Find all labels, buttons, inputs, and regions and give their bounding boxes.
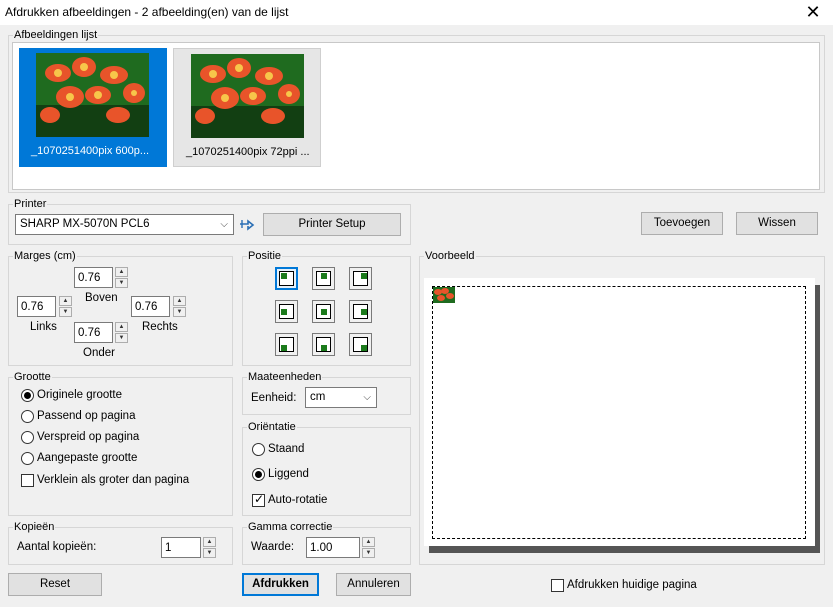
- radio-dot: [21, 431, 34, 444]
- shrink-label: Verklein als groter dan pagina: [37, 474, 190, 486]
- position-top-center-button[interactable]: [312, 267, 335, 290]
- units-label: Eenheid:: [251, 392, 297, 404]
- spin-up-icon[interactable]: ▲: [362, 537, 375, 547]
- radio-dot: [252, 468, 265, 481]
- image-thumbnail-2[interactable]: _1070251400pix 72ppi ...: [173, 48, 321, 167]
- printer-select[interactable]: SHARP MX-5070N PCL6 ⌵: [15, 214, 234, 235]
- spin-down-icon[interactable]: ▼: [173, 307, 186, 317]
- image-thumbnail-1[interactable]: _1070251400pix 600p...: [19, 48, 167, 167]
- units-select-value: cm: [310, 391, 326, 403]
- spin-up-icon[interactable]: ▲: [173, 296, 186, 306]
- refresh-printers-icon[interactable]: [238, 216, 256, 234]
- flower-image-1: [36, 53, 149, 137]
- chevron-down-icon: ⌵: [363, 392, 371, 403]
- checkbox-box: [21, 474, 34, 487]
- gamma-legend: Gamma correctie: [248, 521, 333, 533]
- size-fit-label: Passend op pagina: [37, 410, 136, 422]
- spin-down-icon[interactable]: ▼: [115, 278, 128, 288]
- spin-up-icon[interactable]: ▲: [203, 537, 216, 547]
- copies-legend: Kopieën: [14, 521, 55, 533]
- printer-select-value: SHARP MX-5070N PCL6: [20, 218, 150, 230]
- print-button[interactable]: Afdrukken: [242, 573, 319, 596]
- radio-dot: [21, 410, 34, 423]
- margins-legend: Marges (cm): [14, 250, 76, 262]
- position-center-button[interactable]: [312, 300, 335, 323]
- orientation-landscape-label: Liggend: [268, 468, 309, 480]
- add-button[interactable]: Toevoegen: [641, 212, 723, 235]
- margin-right-label: Rechts: [142, 321, 178, 333]
- radio-dot: [21, 452, 34, 465]
- gamma-label: Waarde:: [251, 541, 295, 553]
- size-original-label: Originele grootte: [37, 389, 123, 401]
- gamma-input[interactable]: [306, 537, 360, 558]
- spin-up-icon[interactable]: ▲: [115, 267, 128, 277]
- position-bottom-center-button[interactable]: [312, 333, 335, 356]
- size-custom-label: Aangepaste grootte: [37, 452, 138, 464]
- auto-rotate-label: Auto-rotatie: [268, 494, 328, 506]
- printer-legend: Printer: [14, 198, 47, 210]
- margin-top-input[interactable]: [74, 267, 113, 288]
- margin-right-input[interactable]: [131, 296, 170, 317]
- spin-up-icon[interactable]: ▲: [115, 322, 128, 332]
- images-list-legend: Afbeeldingen lijst: [14, 29, 98, 41]
- margin-left-label: Links: [30, 321, 57, 333]
- close-icon[interactable]: ✕: [803, 2, 823, 22]
- orientation-legend: Oriëntatie: [248, 421, 296, 433]
- copies-input[interactable]: [161, 537, 201, 558]
- checkbox-box: [252, 492, 265, 507]
- flower-image-2: [191, 54, 304, 138]
- copies-label: Aantal kopieën:: [17, 541, 97, 553]
- units-legend: Maateenheden: [248, 371, 322, 383]
- spin-down-icon[interactable]: ▼: [203, 548, 216, 558]
- preview-margin-border: [432, 286, 806, 539]
- checkbox-box: [551, 579, 564, 592]
- image-caption-1: _1070251400pix 600p...: [31, 145, 150, 157]
- window-title: Afdrukken afbeeldingen - 2 afbeelding(en…: [5, 5, 289, 19]
- margin-bottom-input[interactable]: [74, 322, 113, 343]
- spin-up-icon[interactable]: ▲: [59, 296, 72, 306]
- position-middle-right-button[interactable]: [349, 300, 372, 323]
- printer-setup-button[interactable]: Printer Setup: [263, 213, 401, 236]
- margin-top-label: Boven: [85, 292, 118, 304]
- orientation-portrait-label: Staand: [268, 443, 305, 455]
- radio-dot: [21, 389, 34, 402]
- spin-down-icon[interactable]: ▼: [59, 307, 72, 317]
- size-legend: Grootte: [14, 371, 51, 383]
- clear-button[interactable]: Wissen: [736, 212, 818, 235]
- position-bottom-right-button[interactable]: [349, 333, 372, 356]
- spin-down-icon[interactable]: ▼: [362, 548, 375, 558]
- position-bottom-left-button[interactable]: [275, 333, 298, 356]
- size-spread-label: Verspreid op pagina: [37, 431, 140, 443]
- position-middle-left-button[interactable]: [275, 300, 298, 323]
- spin-down-icon[interactable]: ▼: [115, 333, 128, 343]
- preview-legend: Voorbeeld: [425, 250, 475, 262]
- position-top-left-button[interactable]: [275, 267, 298, 290]
- margin-bottom-label: Onder: [83, 347, 115, 359]
- chevron-down-icon: ⌵: [220, 219, 228, 230]
- units-select[interactable]: cm ⌵: [305, 387, 377, 408]
- cancel-button[interactable]: Annuleren: [336, 573, 411, 596]
- image-caption-2: _1070251400pix 72ppi ...: [186, 146, 310, 158]
- position-top-right-button[interactable]: [349, 267, 372, 290]
- position-legend: Positie: [248, 250, 282, 262]
- radio-dot: [252, 443, 265, 456]
- preview-image: [433, 287, 455, 303]
- margin-left-input[interactable]: [17, 296, 56, 317]
- print-current-page-label: Afdrukken huidige pagina: [567, 579, 697, 591]
- reset-button[interactable]: Reset: [8, 573, 102, 596]
